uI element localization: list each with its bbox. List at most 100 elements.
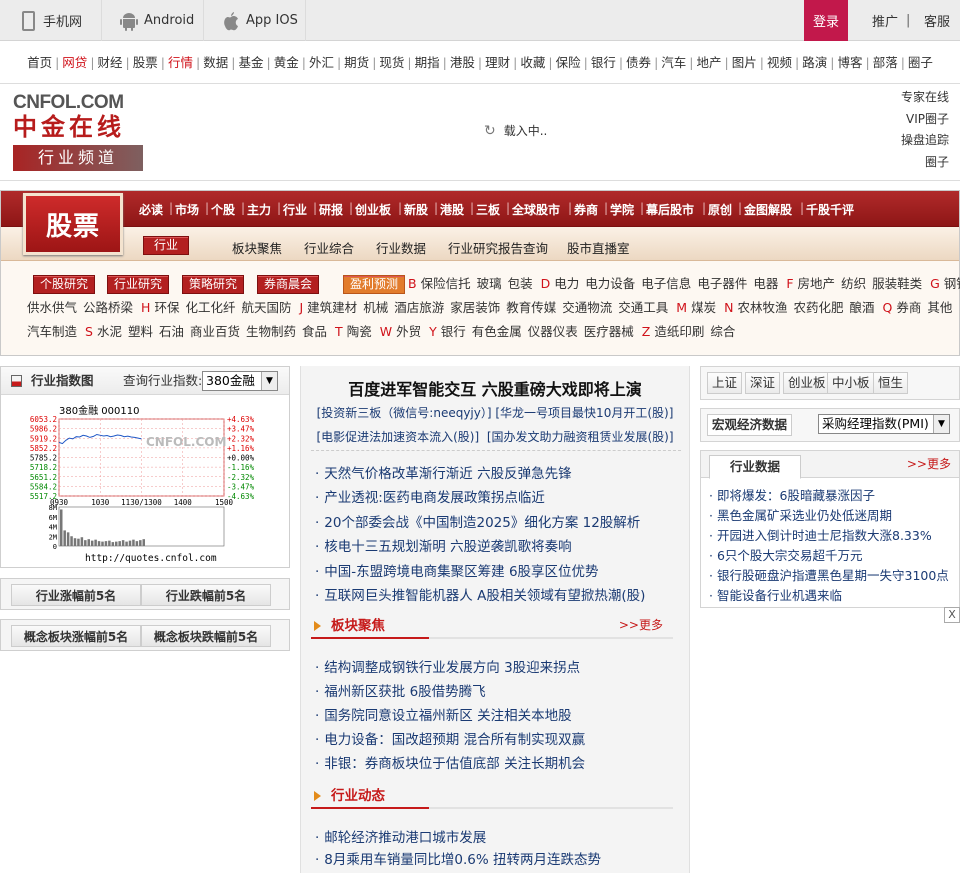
market-tab[interactable]: 中小板 (827, 372, 875, 394)
login-button[interactable]: 登录 (804, 0, 848, 41)
news-link[interactable]: 核电十三五规划渐明 六股逆袭凯歌将奏响 (315, 535, 571, 555)
sublink[interactable]: [投资新三板（微信号:neeqyjy）] (317, 406, 492, 420)
macro-select[interactable]: 采购经理指数(PMI) ▼ (818, 414, 950, 434)
industry-link[interactable]: 公路桥梁 (83, 300, 133, 315)
android-link[interactable]: Android (102, 0, 204, 41)
market-tab[interactable]: 恒生 (873, 372, 909, 394)
tab-concept-gainers[interactable]: 概念板块涨幅前5名 (11, 625, 141, 647)
nav-item[interactable]: 期货 (344, 55, 369, 70)
industry-news-link[interactable]: 6只个股大宗交易超千万元 (709, 545, 862, 564)
more-link[interactable]: >>更多 (619, 615, 663, 635)
news-link[interactable]: 福州新区获批 6股借势腾飞 (315, 680, 485, 700)
category-link[interactable]: 三板 (476, 201, 500, 218)
nav-item[interactable]: 期指 (415, 55, 440, 70)
industry-news-link[interactable]: 黑色金属矿采选业仍处低迷周期 (709, 505, 892, 524)
category-link[interactable]: 必读 (139, 201, 163, 218)
research-button[interactable]: 策略研究 (182, 275, 245, 294)
tab-industry-losers[interactable]: 行业跌幅前5名 (141, 584, 271, 606)
index-select[interactable]: 380金融 ▼ (202, 371, 278, 391)
market-tab[interactable]: 上证 (707, 372, 743, 394)
news-link[interactable]: 互联网巨头推智能机器人 A股相关领域有望掀热潮(股) (315, 584, 645, 604)
nav-item[interactable]: 地产 (697, 55, 722, 70)
industry-link[interactable]: 家居装饰 (450, 300, 500, 315)
sublink[interactable]: [华龙一号项目最快10月开工(股)] (495, 406, 673, 420)
category-link[interactable]: 港股 (440, 201, 464, 218)
industry-link[interactable]: 电力 (554, 276, 579, 291)
news-link[interactable]: 电力设备：国改超预期 混合所有制实现双赢 (315, 728, 585, 748)
industry-link[interactable]: 有色金属 (472, 324, 522, 339)
more-link[interactable]: >>更多 (907, 455, 951, 472)
subnav-link[interactable]: 行业研究报告查询 (448, 238, 548, 257)
news-link[interactable]: 中国-东盟跨境电商集聚区筹建 6股享区位优势 (315, 560, 598, 580)
nav-item[interactable]: 股票 (133, 55, 158, 70)
mobile-link[interactable]: 手机网 (0, 0, 102, 41)
service-link[interactable]: 客服 (924, 0, 950, 41)
category-link[interactable]: 券商 (574, 201, 598, 218)
industry-link[interactable]: 电器 (753, 276, 778, 291)
industry-link[interactable]: 化工化纤 (185, 300, 235, 315)
nav-item[interactable]: 财经 (98, 55, 123, 70)
category-link[interactable]: 千股千评 (806, 201, 854, 218)
industry-news-link[interactable]: 开园进入倒计时迪士尼指数大涨8.33% (709, 525, 932, 544)
industry-link[interactable]: 房地产 (798, 276, 836, 291)
header-side-link[interactable]: 圈子 (901, 152, 949, 174)
nav-item[interactable]: 银行 (591, 55, 616, 70)
industry-link[interactable]: 包装 (508, 276, 533, 291)
category-link[interactable]: 市场 (175, 201, 199, 218)
nav-item[interactable]: 外汇 (309, 55, 334, 70)
nav-item[interactable]: 收藏 (520, 55, 545, 70)
category-link[interactable]: 学院 (610, 201, 634, 218)
nav-item[interactable]: 行情 (168, 55, 193, 70)
industry-link[interactable]: 钢铁 (944, 276, 960, 291)
nav-item[interactable]: 基金 (238, 55, 263, 70)
category-link[interactable]: 金图解股 (744, 201, 792, 218)
industry-link[interactable]: 环保 (154, 300, 179, 315)
industry-news-link[interactable]: 银行股砸盘沪指遭黑色星期一失守3100点 (709, 565, 949, 584)
industry-link[interactable]: 银行 (441, 324, 466, 339)
industry-link[interactable]: 农药化肥 (793, 300, 843, 315)
industry-link[interactable]: 医疗器械 (584, 324, 634, 339)
category-link[interactable]: 原创 (708, 201, 732, 218)
nav-item[interactable]: 保险 (556, 55, 581, 70)
industry-link[interactable]: 仪器仪表 (528, 324, 578, 339)
industry-link[interactable]: 纺织 (841, 276, 866, 291)
nav-item[interactable]: 港股 (450, 55, 475, 70)
category-link[interactable]: 行业 (283, 201, 307, 218)
cnfol-logo[interactable]: CNFOL.COM 中金在线 行业频道 (13, 93, 145, 175)
nav-item[interactable]: 圈子 (908, 55, 933, 70)
stock-channel-title[interactable]: 股票 (23, 193, 123, 255)
industry-link[interactable]: 其他 (927, 300, 952, 315)
category-link[interactable]: 全球股市 (512, 201, 560, 218)
industry-link[interactable]: 航天国防 (241, 300, 291, 315)
research-button[interactable]: 券商晨会 (257, 275, 320, 294)
header-side-link[interactable]: VIP圈子 (901, 109, 949, 131)
news-link[interactable]: 非银：券商板块位于估值底部 关注长期机会 (315, 752, 585, 772)
subnav-link[interactable]: 行业综合 (304, 238, 354, 257)
news-link[interactable]: 8月乘用车销量同比增0.6% 扭转两月连跌态势 (315, 848, 601, 868)
news-link[interactable]: 天然气价格改革渐行渐近 六股反弹急先锋 (315, 462, 571, 482)
industry-link[interactable]: 综合 (710, 324, 735, 339)
industry-link[interactable]: 服装鞋类 (872, 276, 922, 291)
industry-link[interactable]: 电力设备 (585, 276, 635, 291)
nav-item[interactable]: 黄金 (274, 55, 299, 70)
industry-link[interactable]: 农林牧渔 (737, 300, 787, 315)
news-link[interactable]: 结构调整成钢铁行业发展方向 3股迎来拐点 (315, 656, 580, 676)
industry-link[interactable]: 交通工具 (618, 300, 668, 315)
industry-link[interactable]: 食品 (302, 324, 327, 339)
industry-link[interactable]: 塑料 (128, 324, 153, 339)
industry-link[interactable]: 石油 (159, 324, 184, 339)
category-link[interactable]: 研报 (319, 201, 343, 218)
subnav-link[interactable]: 行业数据 (376, 238, 426, 257)
nav-item[interactable]: 部落 (873, 55, 898, 70)
ios-link[interactable]: App IOS (204, 0, 306, 41)
research-button[interactable]: 行业研究 (107, 275, 170, 294)
tab-industry-data[interactable]: 行业数据 (709, 455, 801, 479)
industry-news-link[interactable]: 即将爆发：6股暗藏暴涨因子 (709, 485, 875, 504)
sublink[interactable]: [电影促进法加速资本流入(股)] (316, 430, 479, 444)
header-side-link[interactable]: 专家在线 (901, 87, 949, 109)
industry-link[interactable]: 商业百货 (190, 324, 240, 339)
subnav-link[interactable]: 板块聚焦 (232, 238, 282, 257)
close-ad-button[interactable]: X (944, 607, 960, 623)
industry-link[interactable]: 酒店旅游 (394, 300, 444, 315)
news-link[interactable]: 20个部委会战《中国制造2025》细化方案 12股解析 (315, 511, 640, 531)
